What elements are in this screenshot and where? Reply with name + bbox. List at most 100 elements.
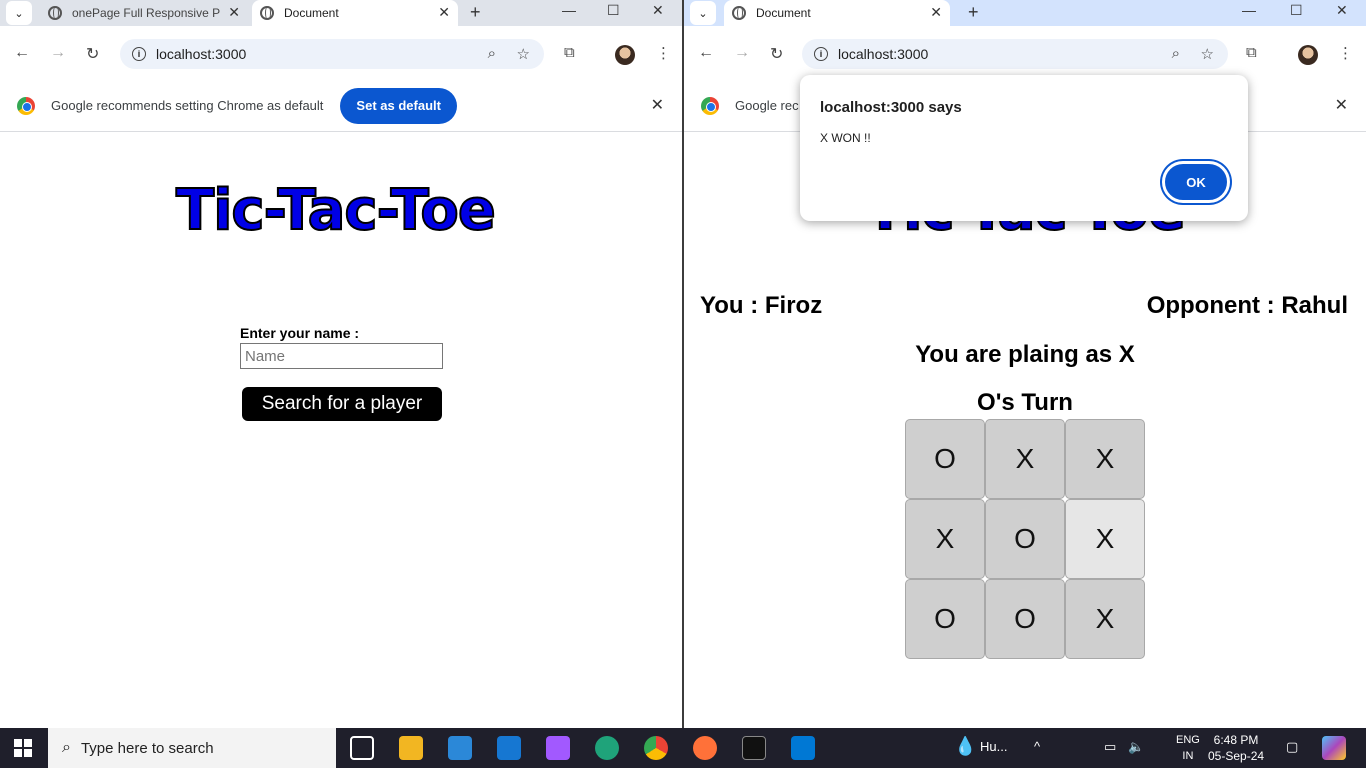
close-tab-icon[interactable]: ✕ <box>930 4 942 21</box>
board-cell-3[interactable]: X <box>1065 419 1145 499</box>
tray-chevron-icon[interactable]: ^ <box>1034 739 1040 754</box>
chrome-icon[interactable] <box>644 736 668 760</box>
board-cell-9[interactable]: X <box>1065 579 1145 659</box>
windows-start-icon[interactable] <box>14 739 32 757</box>
minimize-button[interactable]: — <box>1242 2 1256 18</box>
reload-icon[interactable]: ↻ <box>770 44 783 64</box>
extensions-icon[interactable]: ⧉ <box>1246 44 1257 61</box>
infobar-text: Google rec <box>735 98 799 113</box>
tab-label: Document <box>756 6 811 20</box>
board-cell-2[interactable]: X <box>985 419 1065 499</box>
ok-button[interactable]: OK <box>1162 161 1230 203</box>
terminal-icon[interactable] <box>742 736 766 760</box>
tab-onepage[interactable]: onePage Full Responsive P ✕ <box>40 0 248 26</box>
tab-document[interactable]: Document ✕ <box>724 0 950 26</box>
set-as-default-button[interactable]: Set as default <box>340 87 457 124</box>
close-infobar-icon[interactable]: ✕ <box>651 95 664 115</box>
taskbar-search-box[interactable]: ⌕ Type here to search <box>48 728 336 768</box>
address-bar[interactable]: i localhost:3000 ⌕ ☆ <box>120 39 544 69</box>
tab-label: onePage Full Responsive P <box>72 6 221 20</box>
close-window-button[interactable]: ✕ <box>1336 2 1348 19</box>
language-indicator[interactable]: ENG IN <box>1176 732 1200 764</box>
maximize-button[interactable]: ☐ <box>607 2 620 19</box>
tab-search-button[interactable]: ⌄ <box>690 1 716 25</box>
close-tab-icon[interactable]: ✕ <box>438 4 450 21</box>
search-icon: ⌕ <box>62 739 71 756</box>
board-cell-7[interactable]: O <box>905 579 985 659</box>
edge-icon[interactable] <box>595 736 619 760</box>
menu-kebab-icon[interactable]: ⋮ <box>1338 44 1353 62</box>
browser-toolbar: ← → ↻ i localhost:3000 ⌕ ☆ ⧉ ⋮ <box>0 26 682 80</box>
reload-icon[interactable]: ↻ <box>86 44 99 64</box>
url-text: localhost:3000 <box>156 46 247 62</box>
site-info-icon[interactable]: i <box>132 47 146 61</box>
site-info-icon[interactable]: i <box>814 47 828 61</box>
forward-icon[interactable]: → <box>50 44 66 62</box>
board-cell-5[interactable]: O <box>985 499 1065 579</box>
tab-search-button[interactable]: ⌄ <box>6 1 32 25</box>
notifications-icon[interactable]: ▢ <box>1286 739 1298 755</box>
name-input[interactable] <box>240 343 443 369</box>
figma-icon[interactable] <box>546 736 570 760</box>
weather-text[interactable]: Hu... <box>980 739 1007 754</box>
close-tab-icon[interactable]: ✕ <box>228 4 240 21</box>
dialog-message: X WON !! <box>820 131 871 145</box>
player-you: You : Firoz <box>700 292 823 319</box>
mail-icon[interactable] <box>497 736 521 760</box>
profile-avatar[interactable] <box>615 45 635 65</box>
forward-icon[interactable]: → <box>734 44 750 62</box>
microsoft-store-icon[interactable] <box>448 736 472 760</box>
left-browser-window: ⌄ onePage Full Responsive P ✕ Document ✕… <box>0 0 682 728</box>
back-icon[interactable]: ← <box>698 44 714 62</box>
tab-document[interactable]: Document ✕ <box>252 0 458 26</box>
taskbar-search-text: Type here to search <box>80 739 214 757</box>
new-tab-button[interactable]: + <box>470 2 481 23</box>
menu-kebab-icon[interactable]: ⋮ <box>656 44 671 62</box>
search-player-button[interactable]: Search for a player <box>242 387 442 421</box>
back-icon[interactable]: ← <box>14 44 30 62</box>
player-opponent: Opponent : Rahul <box>1146 292 1348 319</box>
maximize-button[interactable]: ☐ <box>1290 2 1303 19</box>
playing-as-text: You are plaing as X <box>915 341 1135 368</box>
board-cell-6[interactable]: X <box>1065 499 1145 579</box>
default-browser-infobar: Google recommends setting Chrome as defa… <box>0 80 682 132</box>
turn-indicator: O's Turn <box>977 389 1073 416</box>
globe-icon <box>732 6 746 20</box>
dialog-title: localhost:3000 says <box>820 99 962 116</box>
close-infobar-icon[interactable]: ✕ <box>1335 95 1348 115</box>
tab-strip: ⌄ onePage Full Responsive P ✕ Document ✕… <box>0 0 682 26</box>
page-title: Tic-Tac-Toe <box>175 177 497 244</box>
language-code: ENG <box>1176 734 1200 746</box>
board-cell-1[interactable]: O <box>905 419 985 499</box>
new-tab-button[interactable]: + <box>968 2 979 23</box>
windows-taskbar: ⌕ Type here to search 💧 Hu... ^ ▭ 🔈 ENG … <box>0 728 1366 768</box>
board-cell-4[interactable]: X <box>905 499 985 579</box>
globe-icon <box>48 6 62 20</box>
firefox-icon[interactable] <box>693 736 717 760</box>
battery-icon[interactable]: ▭ <box>1104 739 1116 755</box>
chrome-logo-icon <box>17 96 35 115</box>
globe-icon <box>260 6 274 20</box>
bookmark-star-icon[interactable]: ☆ <box>1201 45 1214 63</box>
zoom-icon[interactable]: ⌕ <box>1172 45 1180 62</box>
board-cell-8[interactable]: O <box>985 579 1065 659</box>
tab-label: Document <box>284 6 339 20</box>
file-explorer-icon[interactable] <box>399 736 423 760</box>
tab-strip: ⌄ Document ✕ + — ☐ ✕ <box>684 0 1366 26</box>
url-text: localhost:3000 <box>838 46 929 62</box>
minimize-button[interactable]: — <box>562 2 576 18</box>
address-bar[interactable]: i localhost:3000 ⌕ ☆ <box>802 39 1228 69</box>
extensions-icon[interactable]: ⧉ <box>564 44 575 61</box>
close-window-button[interactable]: ✕ <box>652 2 664 19</box>
vscode-icon[interactable] <box>791 736 815 760</box>
weather-icon[interactable]: 💧 <box>954 736 976 757</box>
copilot-icon[interactable] <box>1322 736 1346 760</box>
zoom-icon[interactable]: ⌕ <box>488 45 496 62</box>
task-view-icon[interactable] <box>350 736 374 760</box>
profile-avatar[interactable] <box>1298 45 1318 65</box>
right-browser-window: ⌄ Document ✕ + — ☐ ✕ ← → ↻ i localhost:3… <box>684 0 1366 728</box>
browser-toolbar: ← → ↻ i localhost:3000 ⌕ ☆ ⧉ ⋮ <box>684 26 1366 80</box>
bookmark-star-icon[interactable]: ☆ <box>517 45 530 63</box>
volume-icon[interactable]: 🔈 <box>1128 739 1144 755</box>
system-clock[interactable]: 6:48 PM 05-Sep-24 <box>1208 732 1264 764</box>
